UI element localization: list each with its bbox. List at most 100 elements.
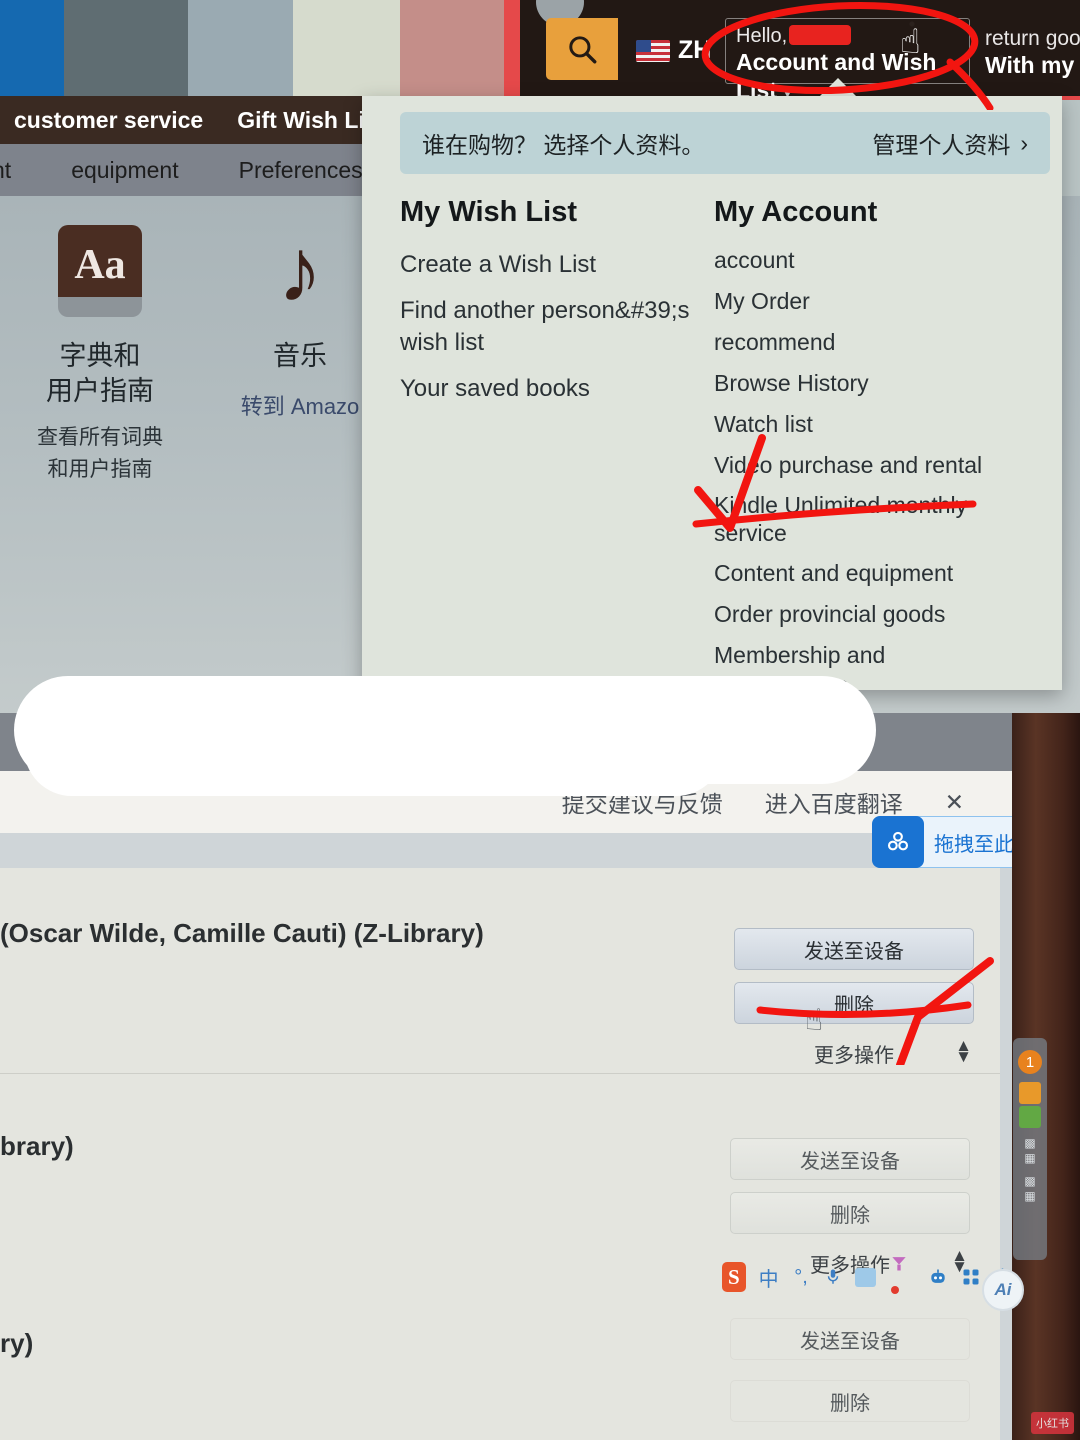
- account-greeting: Hello,: [736, 24, 959, 48]
- account-heading: My Account: [714, 196, 878, 228]
- send-to-device-button[interactable]: 发送至设备: [730, 1318, 970, 1360]
- wish-item-saved-books[interactable]: Your saved books: [400, 373, 700, 405]
- row-actions: 发送至设备 删除: [730, 1318, 970, 1434]
- book-title: brary): [0, 1131, 74, 1161]
- account-item-my-order[interactable]: My Order: [714, 286, 1024, 316]
- profile-banner[interactable]: 谁在购物？ 选择个人资料。 管理个人资料 ›: [400, 112, 1050, 174]
- drag-upload-widget[interactable]: 拖拽至此上传: [872, 816, 1012, 868]
- bottom-screenshot: 提交建议与反馈 进入百度翻译 ✕ 拖拽至此上传 (Oscar: [0, 713, 1080, 1440]
- returns-line2: With my or: [985, 52, 1080, 78]
- send-to-device-button[interactable]: 发送至设备: [734, 928, 974, 970]
- account-item-order-provincial-goods[interactable]: Order provincial goods: [714, 599, 1024, 629]
- returns-line1: return goods: [985, 27, 1080, 50]
- manage-profile-link[interactable]: 管理个人资料 ›: [872, 126, 1028, 160]
- returns-orders-link[interactable]: return goods With my or: [985, 26, 1080, 79]
- tab-equipment[interactable]: equipment: [71, 157, 178, 184]
- dictionary-icon: Aa: [58, 225, 142, 317]
- more-actions-label: 更多操作: [814, 1044, 894, 1067]
- screenshot-root: ZH Hello, Account and Wish List ▾ ☝ retu…: [0, 0, 1080, 1440]
- swatch-4: [400, 0, 504, 100]
- nav-item-customer-service[interactable]: customer service: [14, 107, 203, 134]
- redaction-stroke-2: [24, 700, 724, 796]
- wish-list-column: My Wish List Create a Wish List Find ano…: [400, 196, 700, 419]
- language-label: ZH: [678, 36, 712, 64]
- library-content-sheet: (Oscar Wilde, Camille Cauti) (Z-Library)…: [0, 868, 1000, 1440]
- account-flyout-panel: 谁在购物？ 选择个人资料。 管理个人资料 › My Wish List Crea…: [362, 96, 1062, 760]
- tab-preferences[interactable]: Preferences: [239, 157, 363, 184]
- flyout-notch: [818, 78, 858, 98]
- content-cards: Aa 字典和 用户指南 查看所有词典 和用户指南 ♪ 音乐 转到 Amazo: [0, 225, 420, 485]
- grid-glyph: [963, 1269, 979, 1285]
- rail-green-icon[interactable]: [1019, 1106, 1041, 1128]
- top-screenshot: ZH Hello, Account and Wish List ▾ ☝ retu…: [0, 0, 1080, 760]
- card-dictionary-sub-2: 和用户指南: [47, 458, 153, 481]
- account-item-recommend[interactable]: recommend: [714, 327, 1024, 357]
- cloud-glyph: [887, 831, 909, 851]
- wish-list-heading: My Wish List: [400, 196, 577, 228]
- card-dictionary-sub-1: 查看所有词典: [37, 426, 163, 449]
- mic-glyph: [827, 1269, 839, 1284]
- delete-button[interactable]: 删除: [730, 1380, 970, 1422]
- swatch-2: [188, 0, 293, 100]
- close-icon[interactable]: ✕: [945, 789, 964, 816]
- account-item-browse-history[interactable]: Browse History: [714, 368, 1024, 398]
- cursor-pointer-icon: ☝: [900, 23, 921, 61]
- baidu-enter-translate-link[interactable]: 进入百度翻译: [765, 785, 903, 819]
- keyboard-icon[interactable]: [855, 1267, 876, 1287]
- rail-orange-icon[interactable]: [1019, 1082, 1041, 1104]
- floating-right-rail[interactable]: 1 ▩ ▦ ▩ ▦: [1013, 1038, 1047, 1260]
- bottom-photo: 提交建议与反馈 进入百度翻译 ✕ 拖拽至此上传 (Oscar: [0, 713, 1012, 1440]
- account-item-watch-list[interactable]: Watch list: [714, 409, 1024, 439]
- manage-profile-label: 管理个人资料: [872, 132, 1011, 158]
- account-item-content-and-equipment[interactable]: Content and equipment: [714, 558, 1024, 588]
- more-actions-dropdown[interactable]: 更多操作 ▲ ▼: [734, 1036, 974, 1070]
- ime-punctuation-icon[interactable]: °,: [792, 1265, 811, 1289]
- swatch-1: [64, 0, 188, 100]
- chevron-right-icon: ›: [1020, 129, 1028, 156]
- account-item-kindle-unlimited[interactable]: Kindle Unlimited monthly service: [714, 491, 1024, 547]
- cursor-hand-icon: ☝: [805, 1004, 824, 1037]
- ime-mode-icon[interactable]: 中: [759, 1265, 779, 1291]
- wish-item-find-another[interactable]: Find another person&#39;s wish list: [400, 295, 700, 359]
- account-and-wish-list-menu[interactable]: Hello, Account and Wish List ▾: [725, 18, 970, 103]
- watermark: 小红书: [1031, 1412, 1074, 1434]
- emoji-icon[interactable]: [889, 1253, 915, 1302]
- wish-item-create[interactable]: Create a Wish List: [400, 249, 700, 281]
- profile-prompt: 谁在购物？ 选择个人资料。: [422, 132, 705, 158]
- book-title: ry): [0, 1328, 34, 1358]
- redacted-username: [789, 25, 852, 45]
- apps-grid-icon[interactable]: [961, 1265, 980, 1289]
- book-title: (Oscar Wilde, Camille Cauti) (Z-Library): [0, 918, 484, 948]
- swatch-0: [0, 0, 64, 100]
- robot-glyph: [931, 1269, 945, 1283]
- ai-badge[interactable]: Ai: [982, 1269, 1024, 1311]
- stepper-icon[interactable]: ▲ ▼: [955, 1037, 972, 1065]
- card-dictionary-title-2: 用户指南: [46, 376, 154, 406]
- sogou-logo-icon[interactable]: S: [722, 1262, 746, 1292]
- baidu-cloud-icon: [872, 816, 924, 868]
- search-icon: [569, 36, 597, 64]
- row-actions: 发送至设备 删除 更多操作 ▲ ▼: [734, 928, 974, 1070]
- us-flag-icon: [636, 39, 670, 62]
- music-note-icon: ♪: [277, 221, 323, 321]
- page-tabs: nt equipment Preferences: [0, 144, 400, 196]
- account-item-video-purchase[interactable]: Video purchase and rental: [714, 450, 1024, 480]
- tab-nt[interactable]: nt: [0, 157, 11, 184]
- card-dictionary-title-1: 字典和: [59, 341, 141, 371]
- account-item-account[interactable]: account: [714, 245, 1024, 275]
- row-divider: [0, 1073, 1000, 1074]
- send-to-device-button[interactable]: 发送至设备: [730, 1138, 970, 1180]
- card-dictionary[interactable]: Aa 字典和 用户指南 查看所有词典 和用户指南: [0, 225, 200, 485]
- rail-teal-icon[interactable]: ▩ ▦: [1024, 1174, 1035, 1204]
- delete-button[interactable]: 删除: [734, 982, 974, 1024]
- delete-button[interactable]: 删除: [730, 1192, 970, 1234]
- secondary-nav: customer service Gift Wish List Gift: [0, 96, 420, 144]
- language-selector[interactable]: ZH: [636, 36, 711, 65]
- microphone-icon[interactable]: [823, 1265, 842, 1289]
- sogou-ime-toolbar: S 中 °, Ai: [722, 1253, 1024, 1311]
- emoji-glyph: [892, 1256, 906, 1270]
- robot-icon[interactable]: [928, 1265, 948, 1289]
- rail-grey-icon[interactable]: ▩ ▦: [1024, 1136, 1035, 1166]
- drag-upload-label: 拖拽至此上传: [934, 833, 1012, 856]
- search-button[interactable]: [546, 18, 618, 80]
